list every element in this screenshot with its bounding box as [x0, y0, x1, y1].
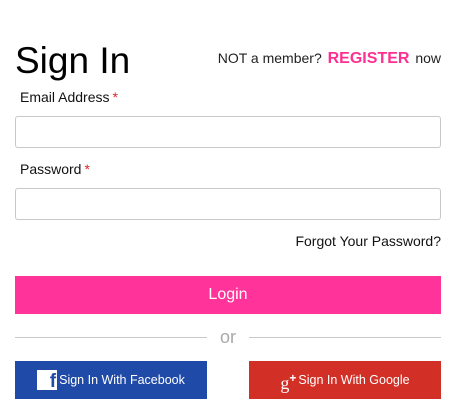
- email-label-text: Email Address: [20, 89, 110, 105]
- password-label-text: Password: [20, 161, 82, 177]
- email-required-mark: *: [112, 89, 118, 105]
- login-button[interactable]: Login: [15, 276, 441, 314]
- facebook-signin-label: Sign In With Facebook: [59, 373, 185, 387]
- facebook-icon: f: [37, 370, 58, 390]
- page-title: Sign In: [15, 39, 131, 81]
- facebook-signin-button[interactable]: f Sign In With Facebook: [15, 361, 207, 399]
- member-suffix-text: now: [415, 50, 441, 66]
- member-prefix-text: NOT a member?: [217, 50, 322, 66]
- email-label: Email Address *: [20, 88, 118, 106]
- divider-line-right: [249, 337, 441, 338]
- google-signin-button[interactable]: g+ Sign In With Google: [249, 361, 441, 399]
- password-required-mark: *: [84, 161, 90, 177]
- email-field[interactable]: [15, 116, 441, 148]
- forgot-password-link[interactable]: Forgot Your Password?: [295, 232, 441, 250]
- google-plus-icon: g+: [280, 370, 297, 393]
- google-signin-label: Sign In With Google: [298, 373, 410, 387]
- password-field[interactable]: [15, 188, 441, 220]
- password-label: Password *: [20, 160, 90, 178]
- register-prompt: NOT a member? REGISTER now: [218, 48, 441, 69]
- register-link[interactable]: REGISTER: [328, 50, 410, 67]
